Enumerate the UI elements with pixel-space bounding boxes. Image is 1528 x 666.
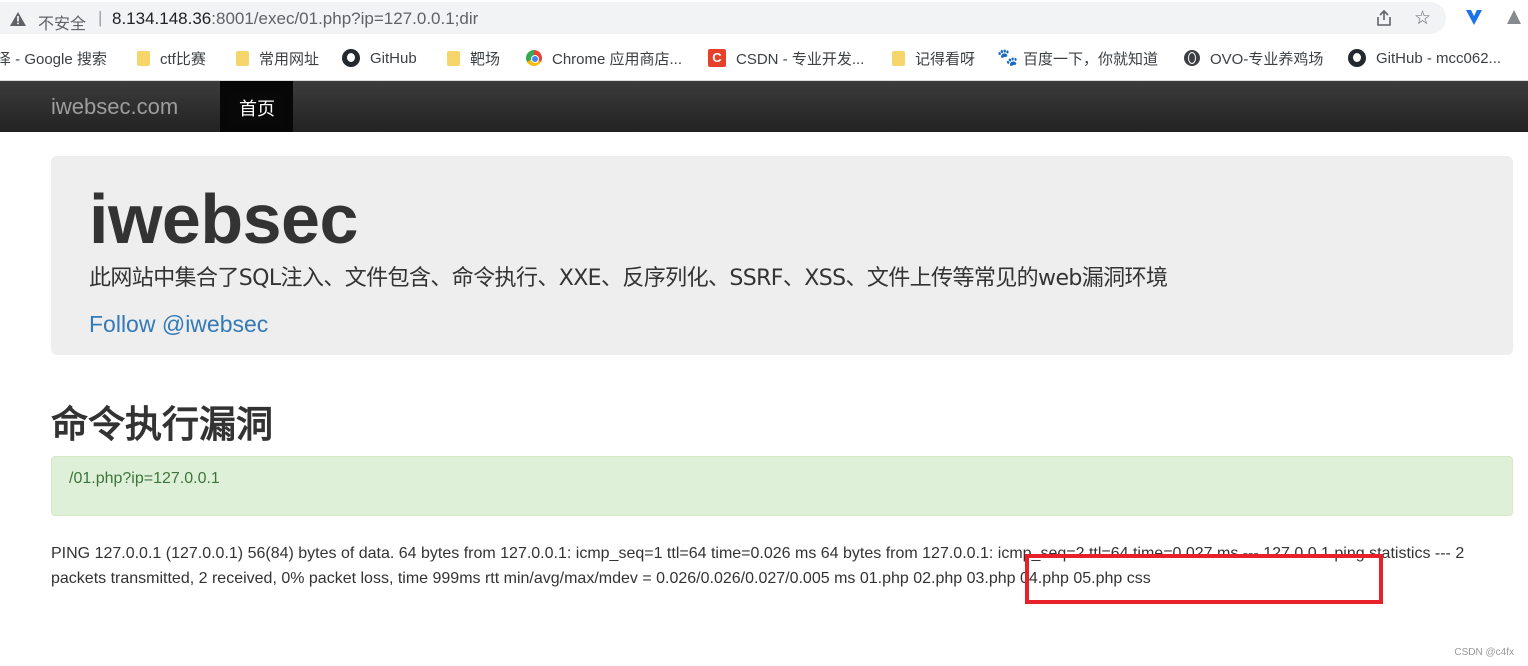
omnibox[interactable]: 不安全 | 8.134.148.36:8001/exec/01.php?ip=1… — [0, 2, 1446, 34]
follow-link[interactable]: Follow @iwebsec — [89, 311, 268, 338]
bookmark-label: CSDN - 专业开发... — [736, 50, 865, 68]
alert-text: /01.php?ip=127.0.0.1 — [69, 470, 220, 487]
bookmark-label: ctf比赛 — [160, 50, 206, 68]
page-title: 命令执行漏洞 — [51, 403, 273, 446]
csdn-icon: C — [708, 49, 726, 67]
security-separator: | — [98, 8, 103, 27]
bookmark-common-sites[interactable]: 常用网址 — [236, 48, 319, 68]
bookmark-github[interactable]: GitHub — [342, 48, 417, 68]
highlight-annotation — [1025, 554, 1383, 604]
bookmark-label: 常用网址 — [259, 50, 320, 68]
nav-item-home[interactable]: 首页 — [220, 81, 293, 132]
github-icon — [1348, 49, 1366, 67]
bookmark-label: 记得看呀 — [915, 50, 976, 68]
bookmark-csdn[interactable]: C CSDN - 专业开发... — [708, 48, 864, 68]
bookmarks-bar: 泽 - Google 搜索 ctf比赛 常用网址 GitHub 靶场 Chrom… — [0, 36, 1528, 81]
chrome-icon — [526, 50, 542, 66]
bookmark-label: OVO-专业养鸡场 — [1210, 50, 1324, 68]
globe-icon — [1184, 50, 1200, 66]
security-label[interactable]: 不安全 — [38, 10, 86, 34]
bookmark-google-search[interactable]: 泽 - Google 搜索 — [0, 48, 107, 68]
bookmark-range[interactable]: 靶场 — [447, 48, 500, 68]
bookmark-label: GitHub — [370, 49, 417, 67]
jumbotron: iwebsec 此网站中集合了SQL注入、文件包含、命令执行、XXE、反序列化、… — [51, 156, 1513, 355]
bookmark-chrome-store[interactable]: Chrome 应用商店... — [526, 48, 682, 68]
folder-icon — [892, 50, 905, 66]
bookmark-star-icon[interactable]: ☆ — [1414, 7, 1431, 30]
folder-icon — [137, 50, 150, 66]
bookmark-ovo[interactable]: OVO-专业养鸡场 — [1184, 48, 1323, 68]
folder-icon — [447, 50, 460, 66]
brand-link[interactable]: iwebsec.com — [51, 94, 178, 120]
url-path: :8001/exec/01.php?ip=127.0.0.1;dir — [211, 9, 479, 28]
url-text[interactable]: 8.134.148.36:8001/exec/01.php?ip=127.0.0… — [112, 9, 478, 29]
share-icon[interactable] — [1374, 8, 1394, 28]
folder-icon — [236, 50, 249, 66]
nav-item-label: 首页 — [239, 99, 275, 120]
watermark: CSDN @c4fx — [1454, 647, 1514, 658]
baidu-icon: 🐾 — [997, 48, 1019, 67]
bookmark-read-later[interactable]: 记得看呀 — [892, 48, 975, 68]
bookmark-label: 泽 - Google 搜索 — [0, 50, 107, 68]
warning-icon[interactable] — [10, 12, 26, 26]
extension-warning-icon[interactable] — [1506, 9, 1522, 25]
url-alert: /01.php?ip=127.0.0.1 — [51, 456, 1513, 516]
bookmark-label: 靶场 — [470, 50, 501, 68]
bookmark-ctf[interactable]: ctf比赛 — [137, 48, 206, 68]
bookmark-baidu[interactable]: 🐾 百度一下，你就知道 — [997, 48, 1158, 68]
site-navbar: iwebsec.com 首页 — [0, 81, 1528, 132]
bookmark-label: Chrome 应用商店... — [552, 50, 683, 68]
github-icon — [342, 49, 360, 67]
site-description: 此网站中集合了SQL注入、文件包含、命令执行、XXE、反序列化、SSRF、XSS… — [89, 266, 1168, 291]
url-host: 8.134.148.36 — [112, 9, 212, 28]
site-title: iwebsec — [89, 180, 358, 258]
address-bar: 不安全 | 8.134.148.36:8001/exec/01.php?ip=1… — [0, 0, 1528, 36]
bookmark-github-mcc[interactable]: GitHub - mcc062... — [1348, 48, 1501, 68]
bookmark-label: GitHub - mcc062... — [1376, 49, 1502, 67]
bookmark-label: 百度一下，你就知道 — [1023, 50, 1159, 68]
extension-icon[interactable] — [1464, 7, 1484, 27]
